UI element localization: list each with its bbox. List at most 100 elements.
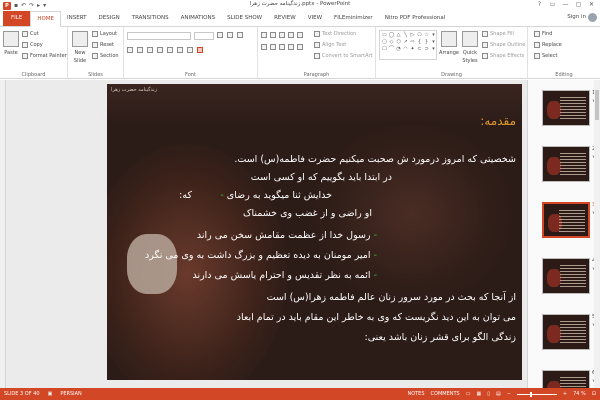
redo-icon[interactable]: ↷ [29,2,34,10]
zoom-in-icon[interactable]: + [563,391,567,397]
editing-group-label: Editing [555,72,573,78]
align-text-button[interactable]: Align Text [314,42,346,48]
tab-design[interactable]: DESIGN [93,11,126,26]
tab-home[interactable]: HOME [30,11,62,27]
customize-qat-icon[interactable]: ▾ [43,2,46,10]
tab-insert[interactable]: INSERT [61,11,92,26]
slideshow-view-icon[interactable]: ▤ [496,391,501,397]
select-button[interactable]: Select [534,53,557,59]
slide-thumbnail[interactable] [542,90,590,126]
slide-thumbnail-selected[interactable] [542,202,590,238]
slide-thumbnail[interactable] [542,370,590,388]
save-icon[interactable]: ▪ [14,2,18,10]
zoom-level[interactable]: 74 % [573,391,586,397]
slide-thumbnail-pane: 1 ★ 2 ★ 3 ★ 4 ★ 5 ★ 6 ★ [527,80,600,388]
grow-font-button[interactable] [217,32,223,38]
search-icon [534,31,540,37]
layout-button[interactable]: Layout [92,31,117,37]
help-button[interactable]: ? [533,0,546,10]
tab-file[interactable]: FILE [3,11,31,26]
comments-button[interactable]: COMMENTS [431,391,460,397]
decrease-indent-icon[interactable] [279,32,285,38]
scrollbar-thumb[interactable] [595,90,599,120]
line-spacing-icon[interactable] [297,32,303,38]
undo-icon[interactable]: ↶ [21,2,26,10]
paste-button[interactable]: Paste [3,31,19,56]
ribbon: Paste Cut Copy Format Painter Clipboard … [0,27,600,79]
tab-fileminimizer[interactable]: FILEminimizer [328,11,379,26]
shape-effects-button[interactable]: Shape Effects [482,53,524,59]
spacing-icon[interactable] [177,47,183,53]
new-slide-button[interactable]: New Slide [71,31,89,64]
align-text-label: Align Text [322,42,347,48]
clear-format-button[interactable] [237,32,243,38]
shrink-font-button[interactable] [227,32,233,38]
zoom-slider[interactable] [516,391,557,397]
bullets-icon[interactable] [261,32,267,38]
underline-icon[interactable] [147,47,153,53]
current-slide[interactable]: زندگینامه حضرت زهرا مقدمه: شخصیتی که امر… [107,84,522,380]
italic-icon[interactable] [137,47,143,53]
section-button[interactable]: Section [92,53,119,59]
font-color-icon[interactable] [197,47,203,53]
slide-thumbnail[interactable] [542,258,590,294]
font-name-combo[interactable] [127,32,191,40]
cut-button[interactable]: Cut [22,31,39,37]
columns-icon[interactable] [297,44,303,50]
notes-button[interactable]: NOTES [407,391,424,397]
slide-line-8-text: ائمه به نظر تقدیس و احترام یاسش می دارند [192,270,371,281]
shapes-gallery[interactable]: ▭ ◯ △ ╲ ▷ ⬠ ☆ ▾ ▢ ◇ ⬡ ↗ ⇨{} ▾ ☐ ⌒ ◔ ◠ ✦ ⊂ ⊃ ▾ [379,30,437,60]
strikethrough-icon[interactable] [167,47,173,53]
format-painter-button[interactable]: Format Painter [22,53,67,59]
replace-button[interactable]: Replace [534,42,562,48]
change-case-icon[interactable] [187,47,193,53]
increase-indent-icon[interactable] [288,32,294,38]
avatar[interactable] [588,13,597,22]
normal-view-icon[interactable]: ▭ [466,391,471,397]
text-direction-button[interactable]: Text Direction [314,31,356,37]
tab-nitro-pdf[interactable]: Nitro PDF Professional [379,11,452,26]
sign-in-link[interactable]: Sign in [567,14,586,20]
align-right-icon[interactable] [279,44,285,50]
font-size-combo[interactable] [194,32,214,40]
reading-view-icon[interactable]: ▯ [487,391,490,397]
fit-slide-icon[interactable]: ⊡ [592,391,596,397]
thumbnail-art [547,381,561,388]
reset-button[interactable]: Reset [92,42,114,48]
arrange-button[interactable]: Arrange [439,31,459,56]
shape-fill-button[interactable]: Shape Fill [482,31,514,37]
clipboard-group: Paste Cut Copy Format Painter Clipboard [0,27,68,79]
bold-icon[interactable] [127,47,133,53]
maximize-button[interactable]: ▢ [572,0,585,10]
close-button[interactable]: ✕ [585,0,598,10]
slide-line-9: از آنجا که بحث در مورد سرور زنان عالم فا… [266,292,516,303]
minimize-button[interactable]: — [559,0,572,10]
zoom-out-icon[interactable]: − [507,391,511,397]
copy-button[interactable]: Copy [22,42,43,48]
tab-transitions[interactable]: TRANSITIONS [126,11,175,26]
find-button[interactable]: Find [534,31,552,37]
slide-sorter-icon[interactable]: ▦ [476,391,481,397]
tab-review[interactable]: REVIEW [268,11,302,26]
slideshow-icon[interactable]: ▸ [37,2,40,10]
tab-slide-show[interactable]: SLIDE SHOW [221,11,268,26]
tab-view[interactable]: VIEW [302,11,328,26]
numbering-icon[interactable] [270,32,276,38]
ribbon-display-button[interactable]: ▭ [546,0,559,10]
shadow-icon[interactable] [157,47,163,53]
slide-thumbnail[interactable] [542,146,590,182]
align-center-icon[interactable] [270,44,276,50]
reset-label: Reset [100,42,114,48]
slide-thumbnail[interactable] [542,314,590,350]
brush-icon [22,53,28,59]
language-indicator[interactable]: PERSIAN [60,391,81,397]
tab-animations[interactable]: ANIMATIONS [175,11,222,26]
thumbnail-scrollbar[interactable] [594,80,600,388]
quick-styles-button[interactable]: Quick Styles [461,31,479,64]
zoom-slider-knob[interactable] [530,391,533,397]
shape-outline-button[interactable]: Shape Outline [482,42,525,48]
align-left-icon[interactable] [261,44,267,50]
justify-icon[interactable] [288,44,294,50]
convert-smartart-button[interactable]: Convert to SmartArt [314,53,373,59]
spellcheck-icon[interactable]: ▣ [48,391,53,397]
